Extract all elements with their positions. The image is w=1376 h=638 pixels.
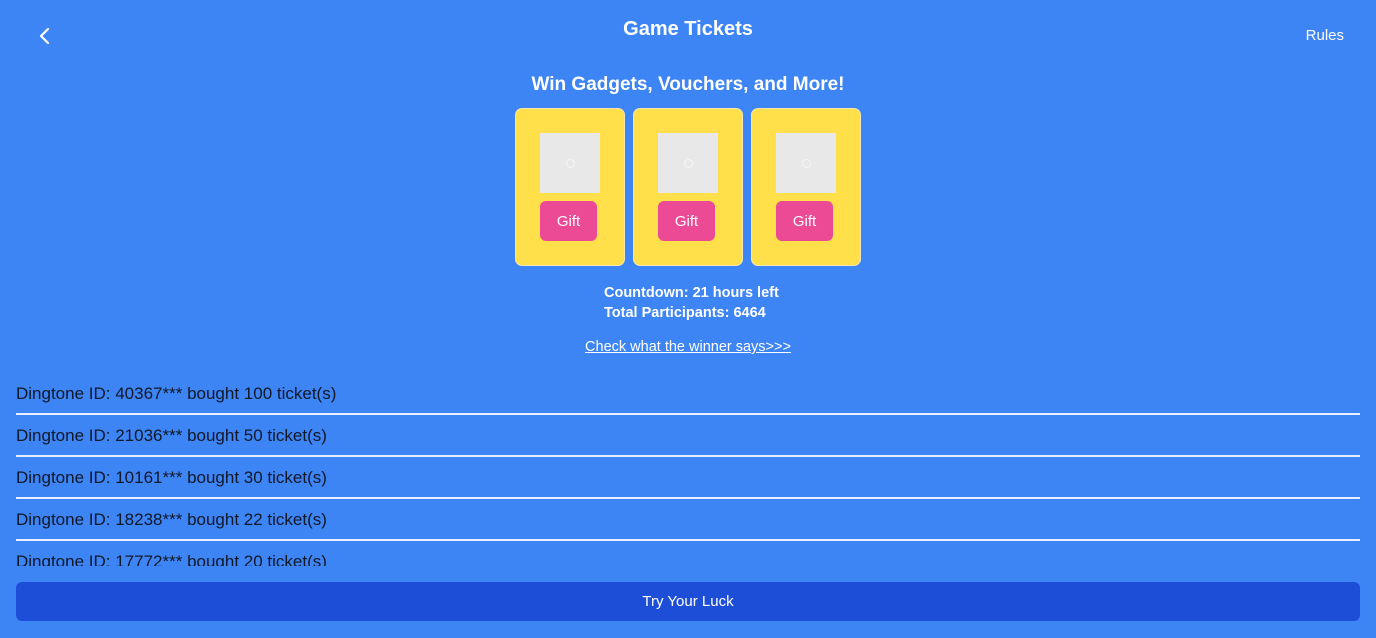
gift-button[interactable]: Gift xyxy=(776,201,833,241)
image-placeholder-icon xyxy=(801,158,811,168)
winner-link-row: Check what the winner says>>> xyxy=(0,339,1376,355)
image-placeholder-icon xyxy=(565,158,575,168)
image-placeholder-icon xyxy=(683,158,693,168)
prize-card: Gift xyxy=(633,108,743,266)
prize-card: Gift xyxy=(515,108,625,266)
gift-button[interactable]: Gift xyxy=(540,201,597,241)
list-item: Dingtone ID: 21036*** bought 50 ticket(s… xyxy=(16,415,1360,457)
prize-image-placeholder xyxy=(658,133,718,193)
list-item: Dingtone ID: 17772*** bought 20 ticket(s… xyxy=(16,541,1360,566)
prize-image-placeholder xyxy=(776,133,836,193)
prize-card: Gift xyxy=(751,108,861,266)
list-item: Dingtone ID: 10161*** bought 30 ticket(s… xyxy=(16,457,1360,499)
participants-text: Total Participants: 6464 xyxy=(604,305,766,321)
list-item: Dingtone ID: 18238*** bought 22 ticket(s… xyxy=(16,499,1360,541)
header: Game Tickets Rules xyxy=(0,0,1376,70)
rules-link[interactable]: Rules xyxy=(1306,27,1344,44)
countdown-text: Countdown: 21 hours left xyxy=(604,285,779,301)
game-tickets-page: Game Tickets Rules Win Gadgets, Vouchers… xyxy=(0,0,1376,638)
try-your-luck-button[interactable]: Try Your Luck xyxy=(16,582,1360,621)
prize-subtitle: Win Gadgets, Vouchers, and More! xyxy=(531,74,845,95)
page-title: Game Tickets xyxy=(623,18,753,40)
winner-testimonial-link[interactable]: Check what the winner says>>> xyxy=(585,339,791,355)
list-item: Dingtone ID: 40367*** bought 100 ticket(… xyxy=(16,373,1360,415)
draw-info: Countdown: 21 hours left Total Participa… xyxy=(604,283,779,323)
prize-image-placeholder xyxy=(540,133,600,193)
gift-button[interactable]: Gift xyxy=(658,201,715,241)
prize-cards: Gift Gift Gift xyxy=(515,108,861,266)
purchase-list[interactable]: Dingtone ID: 40367*** bought 100 ticket(… xyxy=(16,373,1360,566)
